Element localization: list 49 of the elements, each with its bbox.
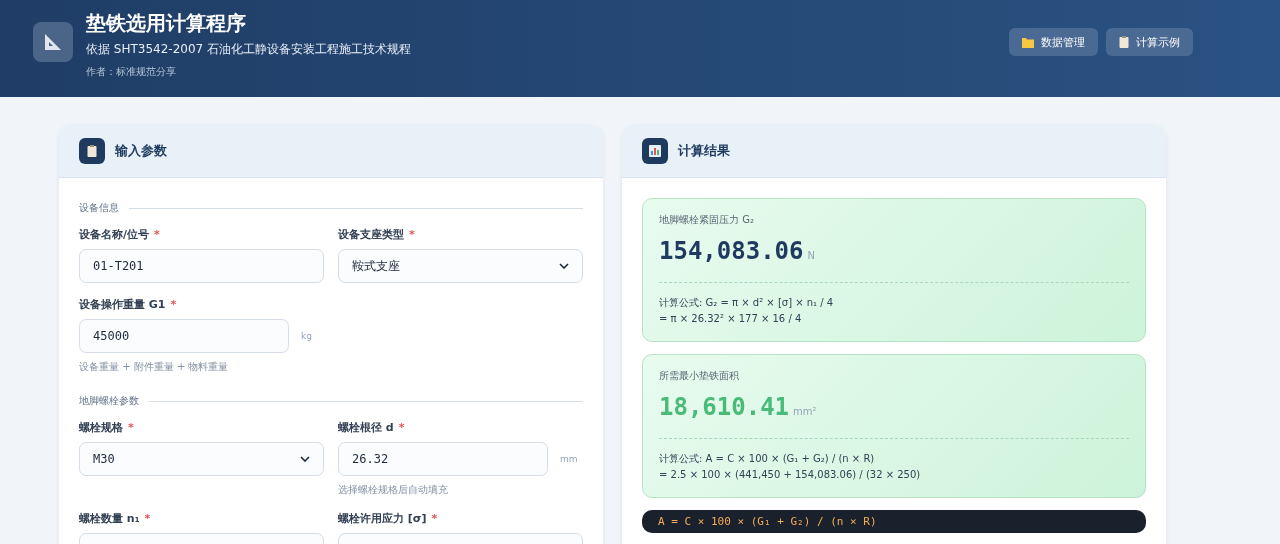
clipboard-icon bbox=[87, 145, 97, 157]
result-value: 154,083.06 bbox=[659, 237, 804, 265]
hint-text: 选择螺栓规格后自动填充 bbox=[338, 483, 449, 497]
formula-text: 计算公式: A = C × 100 × (G₁ + G₂) / (n × R) bbox=[659, 452, 876, 466]
required-asterisk: * bbox=[170, 298, 177, 311]
input-field[interactable]: 45000 bbox=[79, 319, 289, 353]
input-field[interactable]: 26.32 bbox=[338, 442, 548, 476]
result-value: 18,610.41 bbox=[659, 393, 790, 421]
unit-label: mm bbox=[560, 454, 578, 464]
required-asterisk: * bbox=[409, 228, 415, 241]
select-field[interactable]: 鞍式支座 bbox=[338, 249, 583, 283]
bar-chart-icon bbox=[649, 145, 661, 157]
folder-icon bbox=[1022, 36, 1034, 48]
chevron-down-icon bbox=[559, 263, 569, 269]
required-asterisk: * bbox=[431, 512, 438, 525]
field-label: 设备支座类型 * bbox=[338, 227, 416, 242]
unit-label: mm² bbox=[793, 406, 817, 417]
result-label: 地脚螺栓紧固压力 G₂ bbox=[659, 213, 755, 227]
required-asterisk: * bbox=[144, 512, 151, 525]
required-asterisk: * bbox=[128, 421, 134, 434]
field-label: 螺栓许用应力 [σ] * bbox=[338, 511, 439, 526]
input-field[interactable]: 01-T201 bbox=[79, 249, 324, 283]
header-button[interactable]: 数据管理 bbox=[1009, 28, 1098, 56]
formula-text: = 2.5 × 100 × (441,450 + 154,083.06) / (32 × 250) bbox=[659, 468, 922, 482]
required-asterisk: * bbox=[398, 421, 405, 434]
formula-text: = π × 26.32² × 177 × 16 / 4 bbox=[659, 312, 803, 326]
formula-text: 计算公式: G₂ = π × d² × [σ] × n₁ / 4 bbox=[659, 296, 835, 310]
card-title: 输入参数 bbox=[115, 142, 167, 160]
chevron-down-icon bbox=[300, 456, 310, 462]
clipboard-icon bbox=[1119, 36, 1129, 48]
field-label: 螺栓规格 * bbox=[79, 420, 135, 435]
unit-label: N bbox=[807, 250, 815, 261]
result-label: 所需最小垫铁面积 bbox=[659, 369, 740, 383]
subtitle: 依据 SHT3542-2007 石油化工静设备安装工程施工技术规程 bbox=[86, 41, 412, 58]
code-block: A = C × 100 × (G₁ + G₂) / (n × R) bbox=[642, 510, 1146, 533]
field-label: 设备名称/位号 * bbox=[79, 227, 161, 242]
field-label: 设备操作重量 G1 * bbox=[79, 297, 178, 312]
app-title: 垫铁选用计算程序 bbox=[86, 10, 247, 36]
card-title: 计算结果 bbox=[678, 142, 730, 160]
unit-label: kg bbox=[301, 331, 312, 341]
field-label: 螺栓数量 n₁ * bbox=[79, 511, 152, 526]
required-asterisk: * bbox=[154, 228, 160, 241]
section-title: 设备信息 bbox=[79, 201, 119, 215]
field-label: 螺栓根径 d * bbox=[338, 420, 406, 435]
section-title: 地脚螺栓参数 bbox=[79, 394, 139, 408]
header-button[interactable]: 计算示例 bbox=[1106, 28, 1193, 56]
hint-text: 设备重量 + 附件重量 + 物料重量 bbox=[79, 360, 230, 374]
author-text: 作者：标准规范分享 bbox=[86, 65, 177, 79]
select-field[interactable]: M30 bbox=[79, 442, 324, 476]
